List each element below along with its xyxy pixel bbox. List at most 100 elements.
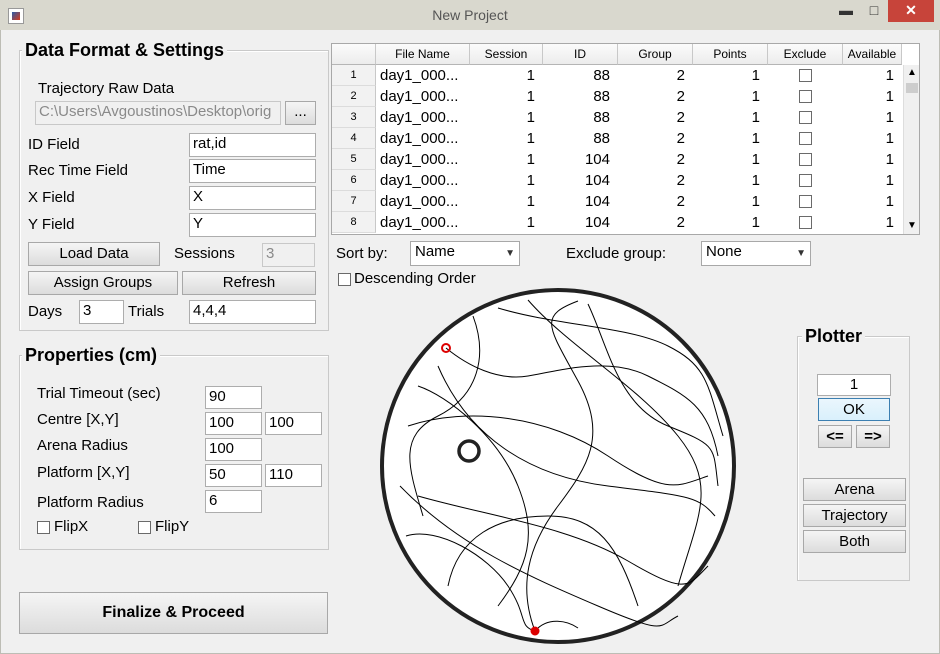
table-row[interactable]: 6 day1_000... 1 104 2 1 1 — [332, 170, 902, 191]
x-field-input[interactable]: X — [189, 186, 316, 210]
cell-id[interactable]: 104 — [543, 170, 618, 191]
cell-group[interactable]: 2 — [618, 128, 693, 149]
column-header-id[interactable]: ID — [543, 44, 618, 65]
cell-group[interactable]: 2 — [618, 149, 693, 170]
centre-y-input[interactable]: 100 — [265, 412, 322, 435]
cell-file[interactable]: day1_000... — [380, 128, 470, 149]
exclude-checkbox[interactable] — [799, 69, 812, 82]
close-button[interactable]: ✕ — [888, 0, 934, 22]
cell-session[interactable]: 1 — [470, 170, 543, 191]
cell-group[interactable]: 2 — [618, 212, 693, 233]
cell-id[interactable]: 88 — [543, 86, 618, 107]
column-header-file-name[interactable]: File Name — [376, 44, 470, 65]
cell-group[interactable]: 2 — [618, 191, 693, 212]
cell-session[interactable]: 1 — [470, 212, 543, 233]
cell-points[interactable]: 1 — [693, 170, 768, 191]
cell-file[interactable]: day1_000... — [380, 65, 470, 86]
scroll-thumb[interactable] — [906, 83, 918, 93]
plot-trajectory-button[interactable]: Trajectory — [803, 504, 906, 527]
exclude-checkbox[interactable] — [799, 216, 812, 229]
cell-points[interactable]: 1 — [693, 149, 768, 170]
exclude-checkbox[interactable] — [799, 174, 812, 187]
assign-groups-button[interactable]: Assign Groups — [28, 271, 178, 295]
cell-session[interactable]: 1 — [470, 191, 543, 212]
platform-radius-input[interactable]: 6 — [205, 490, 262, 513]
cell-file[interactable]: day1_000... — [380, 149, 470, 170]
table-row[interactable]: 7 day1_000... 1 104 2 1 1 — [332, 191, 902, 212]
plotter-prev-button[interactable]: <= — [818, 425, 852, 448]
exclude-checkbox[interactable] — [799, 90, 812, 103]
descending-order-checkbox[interactable] — [338, 273, 351, 286]
cell-session[interactable]: 1 — [470, 149, 543, 170]
cell-points[interactable]: 1 — [693, 86, 768, 107]
cell-available[interactable]: 1 — [843, 107, 902, 128]
days-input[interactable]: 3 — [79, 300, 124, 324]
plot-arena-button[interactable]: Arena — [803, 478, 906, 501]
refresh-button[interactable]: Refresh — [182, 271, 316, 295]
load-data-button[interactable]: Load Data — [28, 242, 160, 266]
cell-file[interactable]: day1_000... — [380, 191, 470, 212]
table-row[interactable]: 8 day1_000... 1 104 2 1 1 — [332, 212, 902, 233]
plotter-index-input[interactable]: 1 — [817, 374, 891, 396]
platform-x-input[interactable]: 50 — [205, 464, 262, 487]
cell-points[interactable]: 1 — [693, 128, 768, 149]
column-header-exclude[interactable]: Exclude — [768, 44, 843, 65]
cell-points[interactable]: 1 — [693, 107, 768, 128]
centre-x-input[interactable]: 100 — [205, 412, 262, 435]
cell-file[interactable]: day1_000... — [380, 107, 470, 128]
cell-group[interactable]: 2 — [618, 65, 693, 86]
trajectory-path-field[interactable]: C:\Users\Avgoustinos\Desktop\orig — [35, 101, 281, 125]
flipx-checkbox[interactable] — [37, 521, 50, 534]
cell-points[interactable]: 1 — [693, 65, 768, 86]
plot-both-button[interactable]: Both — [803, 530, 906, 553]
cell-group[interactable]: 2 — [618, 86, 693, 107]
cell-points[interactable]: 1 — [693, 191, 768, 212]
scroll-up-icon[interactable]: ▲ — [907, 67, 917, 78]
cell-file[interactable]: day1_000... — [380, 212, 470, 233]
cell-available[interactable]: 1 — [843, 149, 902, 170]
browse-button[interactable]: ... — [285, 101, 316, 125]
scroll-down-icon[interactable]: ▼ — [907, 220, 917, 231]
cell-id[interactable]: 88 — [543, 128, 618, 149]
sort-by-dropdown[interactable]: Name ▼ — [410, 241, 520, 266]
cell-available[interactable]: 1 — [843, 128, 902, 149]
maximize-button[interactable]: □ — [860, 0, 888, 22]
arena-radius-input[interactable]: 100 — [205, 438, 262, 461]
y-field-input[interactable]: Y — [189, 213, 316, 237]
table-vertical-scrollbar[interactable]: ▲ ▼ — [903, 65, 919, 234]
cell-file[interactable]: day1_000... — [380, 170, 470, 191]
cell-group[interactable]: 2 — [618, 107, 693, 128]
files-table[interactable]: File Name Session ID Group Points Exclud… — [331, 43, 920, 235]
flipy-checkbox[interactable] — [138, 521, 151, 534]
cell-id[interactable]: 104 — [543, 212, 618, 233]
cell-id[interactable]: 104 — [543, 149, 618, 170]
id-field-input[interactable]: rat,id — [189, 133, 316, 157]
exclude-group-dropdown[interactable]: None ▼ — [701, 241, 811, 266]
cell-points[interactable]: 1 — [693, 212, 768, 233]
finalize-proceed-button[interactable]: Finalize & Proceed — [19, 592, 328, 634]
table-row[interactable]: 5 day1_000... 1 104 2 1 1 — [332, 149, 902, 170]
table-row[interactable]: 4 day1_000... 1 88 2 1 1 — [332, 128, 902, 149]
cell-id[interactable]: 88 — [543, 65, 618, 86]
cell-group[interactable]: 2 — [618, 170, 693, 191]
rec-time-field-input[interactable]: Time — [189, 159, 316, 183]
sessions-field[interactable]: 3 — [262, 243, 315, 267]
exclude-checkbox[interactable] — [799, 111, 812, 124]
cell-session[interactable]: 1 — [470, 107, 543, 128]
plotter-next-button[interactable]: => — [856, 425, 890, 448]
cell-session[interactable]: 1 — [470, 86, 543, 107]
cell-available[interactable]: 1 — [843, 212, 902, 233]
table-row[interactable]: 1 day1_000... 1 88 2 1 1 — [332, 65, 902, 86]
cell-id[interactable]: 88 — [543, 107, 618, 128]
column-header-points[interactable]: Points — [693, 44, 768, 65]
exclude-checkbox[interactable] — [799, 132, 812, 145]
cell-available[interactable]: 1 — [843, 170, 902, 191]
platform-y-input[interactable]: 110 — [265, 464, 322, 487]
cell-session[interactable]: 1 — [470, 128, 543, 149]
exclude-checkbox[interactable] — [799, 195, 812, 208]
arena-plot[interactable] — [378, 286, 740, 646]
cell-file[interactable]: day1_000... — [380, 86, 470, 107]
cell-available[interactable]: 1 — [843, 86, 902, 107]
plotter-ok-button[interactable]: OK — [818, 398, 890, 421]
table-row[interactable]: 3 day1_000... 1 88 2 1 1 — [332, 107, 902, 128]
